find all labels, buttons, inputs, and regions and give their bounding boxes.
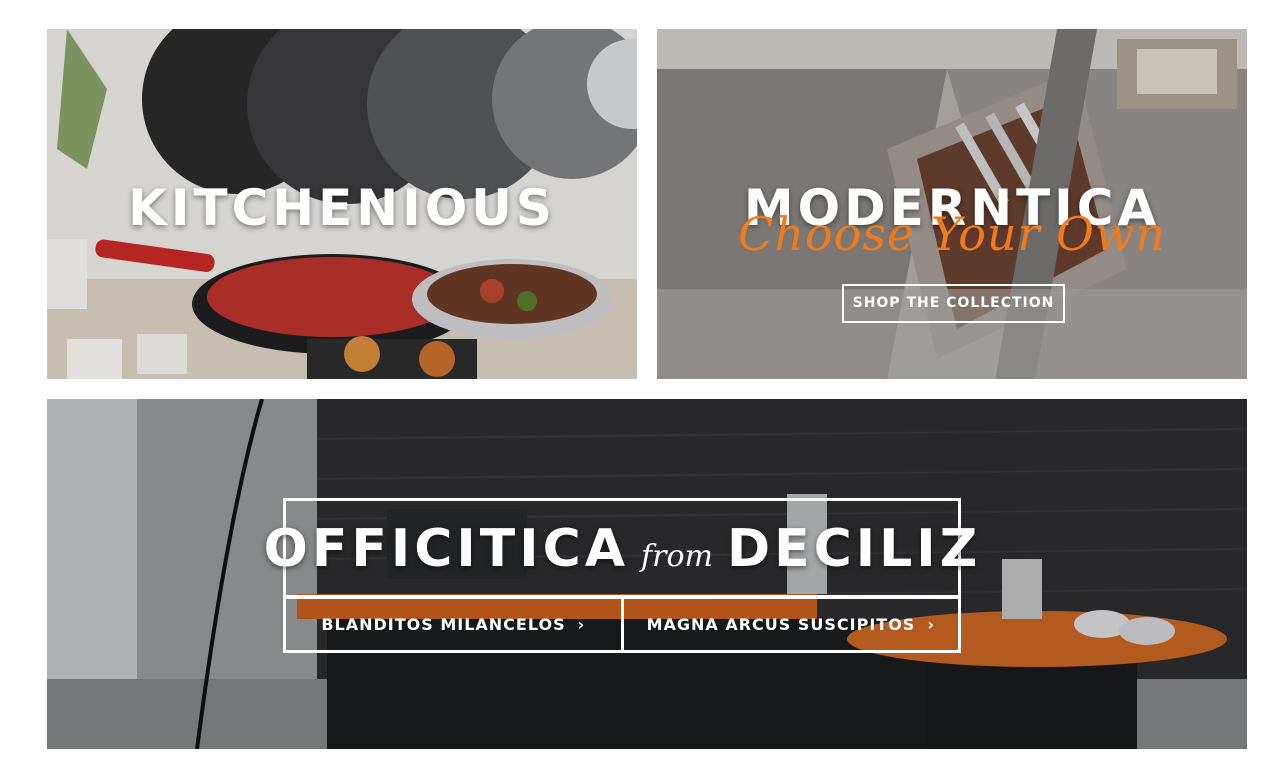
link-label: BLANDITOS MILANCELOS [321, 614, 566, 634]
banner-title-kitchenious: KITCHENIOUS [128, 179, 556, 237]
chevron-right-icon: › [927, 614, 935, 634]
title-deciliz: DECILIZ [726, 519, 982, 579]
officitica-title: OFFICITICA from DECILIZ [47, 519, 1198, 579]
title-from: from [641, 539, 713, 574]
blanditos-milancelos-link[interactable]: BLANDITOS MILANCELOS › [286, 598, 621, 650]
banner-script-choose-your-own: Choose Your Own [738, 207, 1166, 261]
banner-kitchenious[interactable]: KITCHENIOUS [47, 29, 637, 379]
title-officitica: OFFICITICA [263, 519, 629, 579]
banner-moderntica: MODERNTICA Choose Your Own SHOP THE COLL… [657, 29, 1247, 379]
shop-the-collection-button[interactable]: SHOP THE COLLECTION [842, 284, 1065, 323]
link-label: MAGNA ARCUS SUSCIPITOS [646, 614, 916, 634]
banner-officitica: OFFICITICA from DECILIZ BLANDITOS MILANC… [47, 399, 1247, 749]
chevron-right-icon: › [577, 614, 586, 634]
office-links-row: BLANDITOS MILANCELOS › MAGNA ARCUS SUSCI… [283, 595, 961, 653]
magna-arcus-suscipitos-link[interactable]: MAGNA ARCUS SUSCIPITOS › [620, 598, 959, 650]
